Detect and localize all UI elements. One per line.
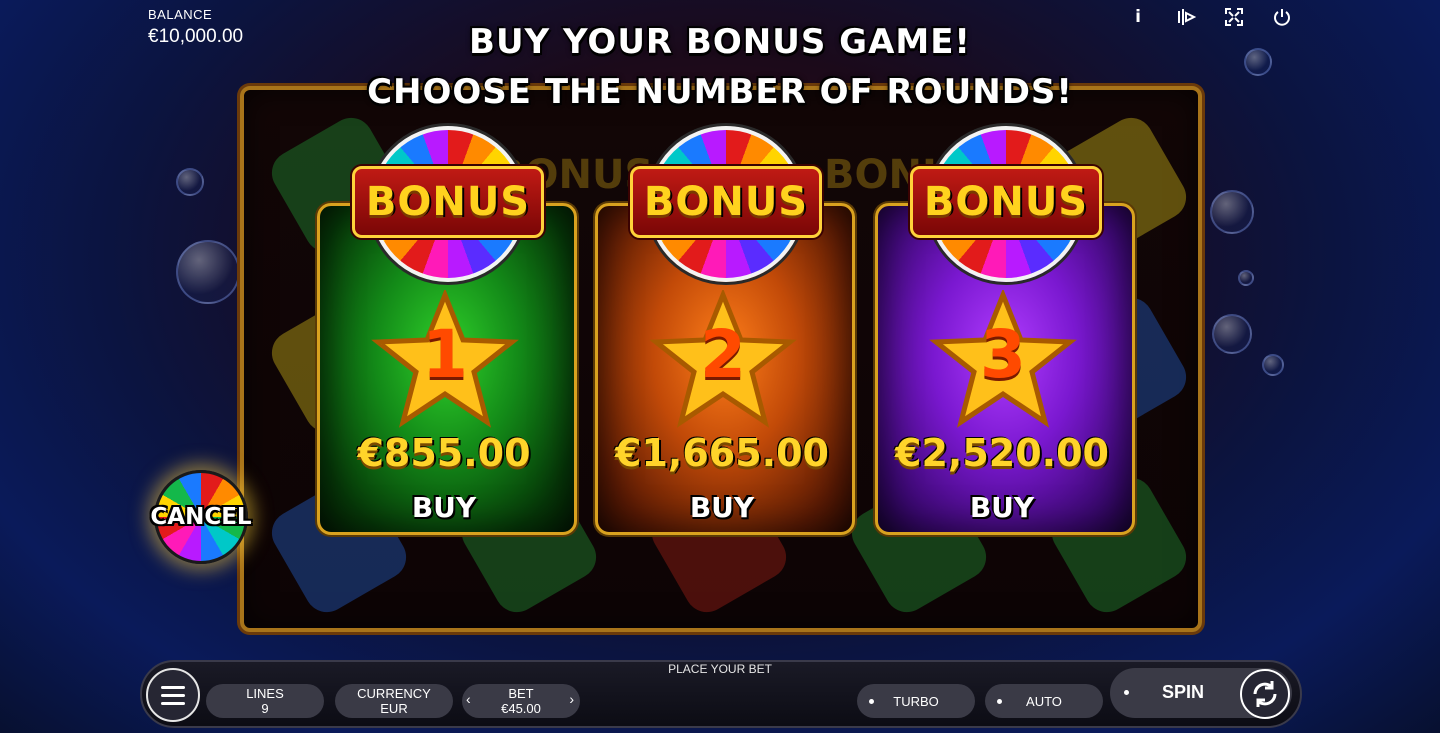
buy-button[interactable]: BUY: [595, 491, 849, 524]
bubble-decoration: [1210, 190, 1254, 234]
spin-button[interactable]: SPIN: [1110, 668, 1292, 719]
bubble-decoration: [1238, 270, 1254, 286]
buy-button[interactable]: BUY: [317, 491, 571, 524]
bubble-decoration: [176, 240, 240, 304]
bubble-decoration: [1212, 314, 1252, 354]
bet-decrease-icon[interactable]: ‹: [466, 692, 471, 707]
buy-button[interactable]: BUY: [875, 491, 1129, 524]
lines-label: LINES: [246, 686, 284, 701]
currency-value: EUR: [380, 701, 408, 716]
bonus-badge: BONUS: [910, 166, 1102, 238]
toggle-indicator: [1124, 690, 1129, 695]
bonus-badge: BONUS: [352, 166, 544, 238]
bonus-badge-label: BONUS: [923, 179, 1089, 225]
cancel-label: CANCEL: [150, 504, 252, 530]
toggle-indicator: [869, 699, 874, 704]
menu-icon: [161, 693, 185, 697]
spin-arrows-icon[interactable]: [1240, 669, 1290, 719]
bonus-badge: BONUS: [630, 166, 822, 238]
auto-label: AUTO: [1026, 693, 1062, 709]
bonus-badge-label: BONUS: [643, 179, 809, 225]
spin-label: SPIN: [1162, 682, 1205, 702]
toggle-indicator: [997, 699, 1002, 704]
menu-button[interactable]: [146, 668, 200, 722]
rounds-number: 3: [980, 316, 1026, 393]
bet-increase-icon[interactable]: ›: [569, 692, 574, 707]
bet-label: BET: [508, 686, 534, 701]
card-price: €1,665.00: [615, 431, 829, 475]
rounds-number: 1: [422, 316, 468, 393]
auto-toggle[interactable]: AUTO: [985, 684, 1103, 718]
bubble-decoration: [1262, 354, 1284, 376]
balance-label: BALANCE: [148, 7, 213, 22]
turbo-label: TURBO: [893, 693, 939, 709]
cancel-button[interactable]: CANCEL: [150, 470, 252, 564]
currency-label: CURRENCY: [357, 686, 431, 701]
menu-icon: [161, 701, 185, 705]
currency-selector[interactable]: CURRENCY EUR: [335, 684, 453, 718]
headline-title: BUY YOUR BONUS GAME!: [469, 22, 971, 62]
bet-value: €45.00: [501, 701, 541, 716]
lines-selector[interactable]: LINES 9: [206, 684, 324, 718]
card-price: €2,520.00: [895, 431, 1109, 475]
rounds-number: 2: [700, 316, 746, 393]
bubble-decoration: [176, 168, 204, 196]
bet-selector: ‹ BET €45.00 ›: [462, 684, 580, 718]
headline-subtitle: CHOOSE THE NUMBER OF ROUNDS!: [367, 72, 1073, 112]
bonus-badge-label: BONUS: [365, 179, 531, 225]
card-price: €855.00: [357, 431, 531, 475]
menu-icon: [161, 685, 185, 689]
lines-value: 9: [261, 701, 269, 716]
turbo-toggle[interactable]: TURBO: [857, 684, 975, 718]
